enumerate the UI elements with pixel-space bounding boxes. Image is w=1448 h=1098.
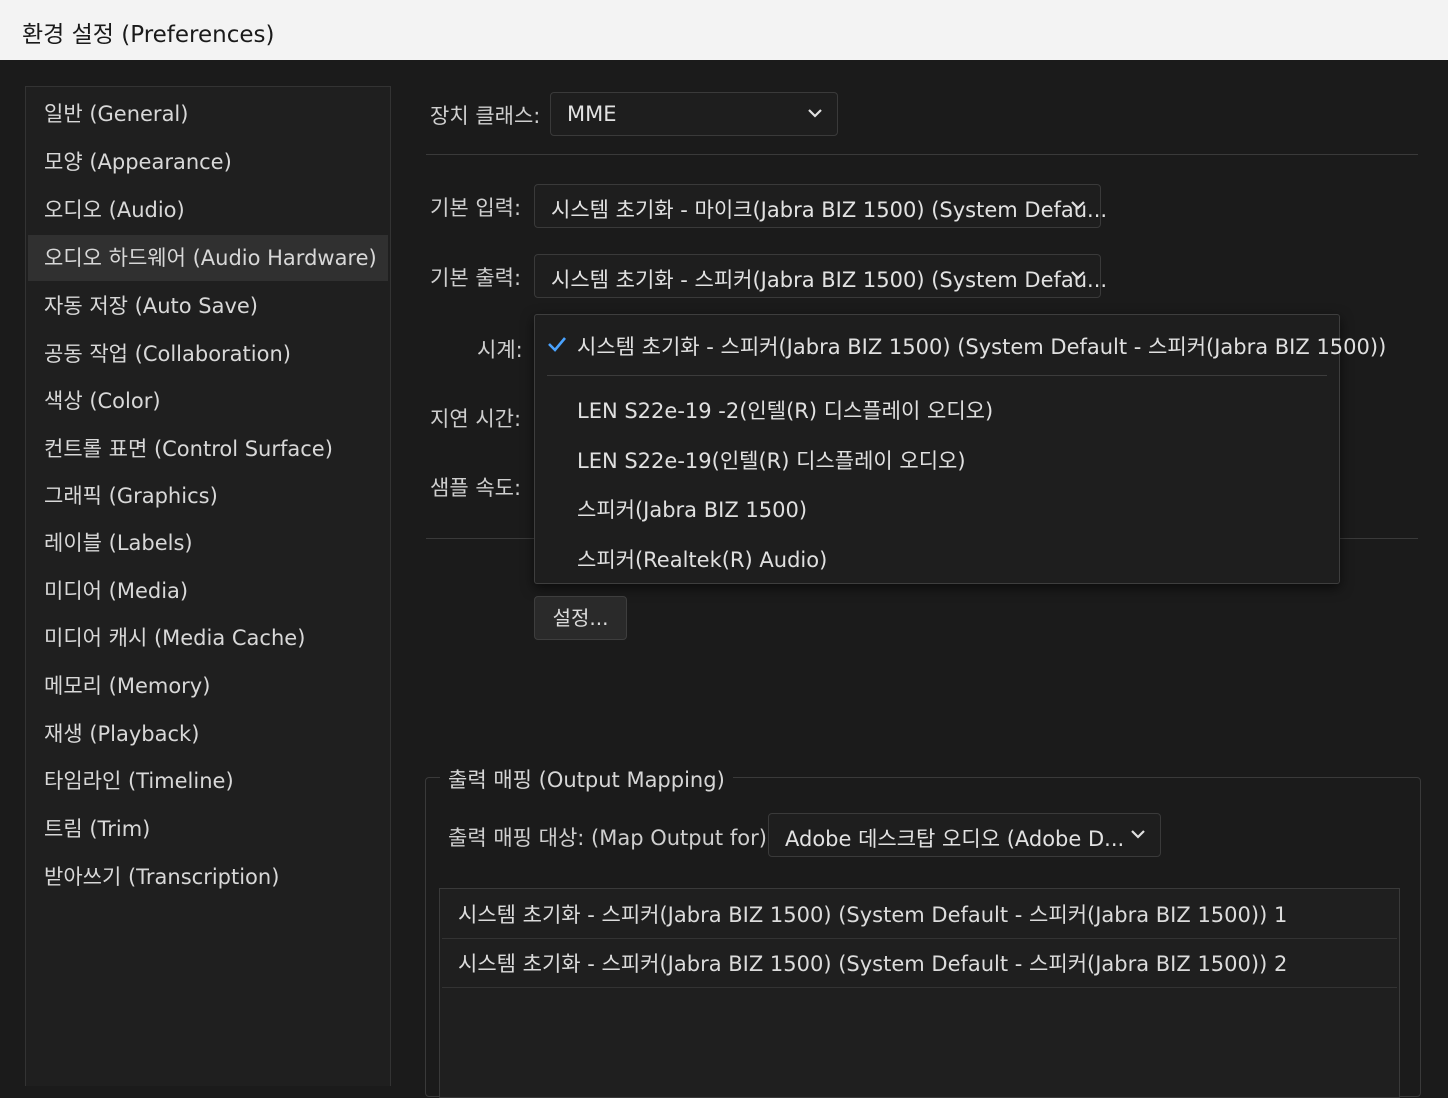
default-input-label: 기본 입력: — [430, 196, 522, 220]
output-mapping-title: 출력 매핑 (Output Mapping) — [440, 764, 733, 794]
sidebar-item-general[interactable]: 일반 (General) — [28, 91, 388, 137]
clock-option[interactable]: 스피커(Realtek(R) Audio) — [577, 544, 827, 574]
map-output-for-dropdown[interactable]: Adobe 데스크탑 오디오 (Adobe D... — [768, 813, 1161, 857]
sidebar-item-trim[interactable]: 트림 (Trim) — [28, 806, 388, 852]
output-mapping-list: 시스템 초기화 - 스피커(Jabra BIZ 1500) (System De… — [439, 888, 1400, 1098]
preferences-sidebar: 일반 (General) 모양 (Appearance) 오디오 (Audio)… — [25, 86, 391, 1086]
chevron-down-icon — [808, 109, 822, 118]
chevron-down-icon — [1071, 271, 1085, 280]
sidebar-item-memory[interactable]: 메모리 (Memory) — [28, 663, 388, 709]
sidebar-item-auto-save[interactable]: 자동 저장 (Auto Save) — [28, 283, 388, 329]
sidebar-item-color[interactable]: 색상 (Color) — [28, 378, 388, 424]
sidebar-item-playback[interactable]: 재생 (Playback) — [28, 711, 388, 757]
sidebar-item-audio[interactable]: 오디오 (Audio) — [28, 187, 388, 233]
sidebar-item-collaboration[interactable]: 공동 작업 (Collaboration) — [28, 331, 388, 377]
window-title: 환경 설정 (Preferences) — [22, 22, 275, 48]
clock-dropdown-menu: 시스템 초기화 - 스피커(Jabra BIZ 1500) (System De… — [534, 314, 1386, 584]
latency-label: 지연 시간: — [430, 407, 522, 431]
sidebar-item-transcription[interactable]: 받아쓰기 (Transcription) — [28, 854, 388, 900]
chevron-down-icon — [1131, 830, 1145, 839]
clock-label: 시계: — [477, 338, 523, 362]
default-input-value: 시스템 초기화 - 마이크(Jabra BIZ 1500) (System De… — [551, 198, 1108, 222]
map-output-for-label: 출력 매핑 대상: (Map Output for): — [448, 826, 774, 850]
sidebar-item-audio-hardware[interactable]: 오디오 하드웨어 (Audio Hardware) — [28, 235, 388, 281]
title-bar: 환경 설정 (Preferences) — [0, 0, 1448, 61]
clock-option[interactable]: LEN S22e-19 -2(인텔(R) 디스플레이 오디오) — [577, 395, 993, 425]
clock-option[interactable]: 스피커(Jabra BIZ 1500) — [577, 494, 807, 524]
sidebar-item-control-surface[interactable]: 컨트롤 표면 (Control Surface) — [28, 426, 388, 472]
checkmark-icon — [548, 337, 566, 352]
sidebar-item-media[interactable]: 미디어 (Media) — [28, 568, 388, 614]
default-input-dropdown[interactable]: 시스템 초기화 - 마이크(Jabra BIZ 1500) (System De… — [534, 184, 1107, 228]
device-class-value: MME — [567, 102, 617, 126]
sidebar-item-labels[interactable]: 레이블 (Labels) — [28, 520, 388, 566]
default-output-value: 시스템 초기화 - 스피커(Jabra BIZ 1500) (System De… — [551, 268, 1108, 292]
sidebar-item-media-cache[interactable]: 미디어 캐시 (Media Cache) — [28, 615, 388, 661]
sample-rate-label: 샘플 속도: — [430, 476, 522, 500]
sidebar-item-timeline[interactable]: 타임라인 (Timeline) — [28, 758, 388, 804]
list-item[interactable]: 시스템 초기화 - 스피커(Jabra BIZ 1500) (System De… — [442, 891, 1397, 939]
clock-option[interactable]: LEN S22e-19(인텔(R) 디스플레이 오디오) — [577, 445, 966, 475]
sidebar-item-appearance[interactable]: 모양 (Appearance) — [28, 139, 388, 185]
default-output-dropdown[interactable]: 시스템 초기화 - 스피커(Jabra BIZ 1500) (System De… — [534, 254, 1107, 298]
settings-button[interactable]: 설정... — [534, 596, 627, 640]
divider — [426, 154, 1418, 155]
map-output-for-value: Adobe 데스크탑 오디오 (Adobe D... — [785, 827, 1125, 851]
chevron-down-icon — [1071, 201, 1085, 210]
list-item[interactable]: 시스템 초기화 - 스피커(Jabra BIZ 1500) (System De… — [442, 940, 1397, 988]
device-class-dropdown[interactable]: MME — [550, 92, 838, 136]
menu-separator — [547, 375, 1327, 376]
device-class-label: 장치 클래스: — [430, 104, 541, 128]
default-output-label: 기본 출력: — [430, 266, 522, 290]
sidebar-item-graphics[interactable]: 그래픽 (Graphics) — [28, 473, 388, 519]
clock-option-selected[interactable]: 시스템 초기화 - 스피커(Jabra BIZ 1500) (System De… — [577, 331, 1386, 361]
